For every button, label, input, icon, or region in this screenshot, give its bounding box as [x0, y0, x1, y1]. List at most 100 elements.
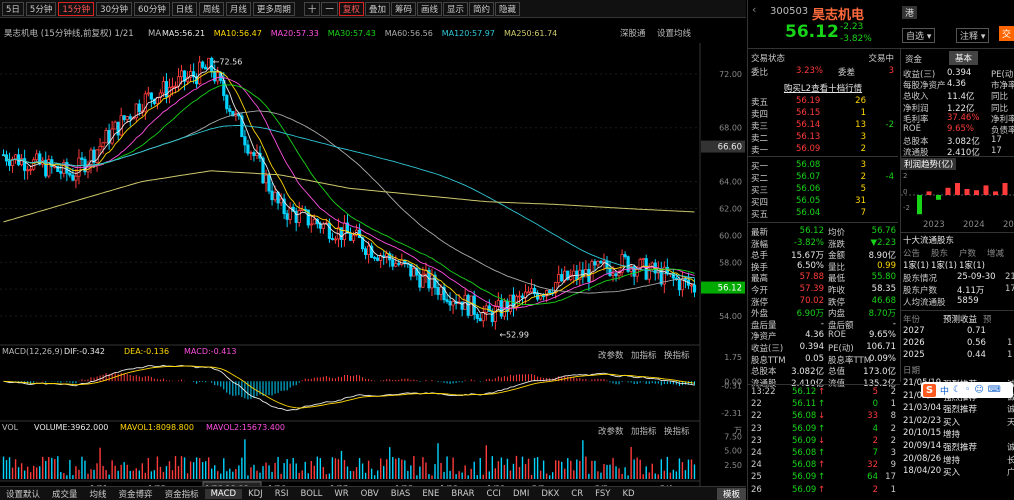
ask-row-4-cell: 2: [860, 144, 866, 154]
stat-row-6: 涨停 70.02 跌停 46.68: [748, 296, 898, 308]
indicator-tab-5[interactable]: MACD: [204, 488, 243, 499]
tool-button-6[interactable]: 显示: [442, 1, 468, 16]
tick-price: 56.08: [792, 411, 817, 422]
dot-icon: ◦: [965, 385, 971, 395]
tool-button-7[interactable]: 简约: [469, 1, 495, 16]
macd-panel-button-2[interactable]: 换指标: [664, 350, 690, 361]
indicator-tab-16[interactable]: DKX: [535, 489, 565, 499]
indicator-tab-6[interactable]: KDJ: [242, 489, 269, 499]
tool-button-2[interactable]: 复权: [338, 1, 364, 16]
indicator-tab-18[interactable]: FSY: [589, 489, 616, 499]
period-tab-4[interactable]: 60分钟: [134, 1, 170, 16]
indicator-tab-12[interactable]: ENE: [416, 489, 445, 499]
indicator-tab-17[interactable]: CR: [565, 489, 589, 499]
indicator-tab-2[interactable]: 均线: [84, 488, 113, 500]
vol-panel-button-2[interactable]: 换指标: [664, 426, 690, 437]
indicator-tab-11[interactable]: BIAS: [385, 489, 417, 499]
rating-date-7: 18/04/20: [903, 466, 942, 477]
template-tab[interactable]: 模板: [716, 487, 746, 500]
forecast-tab-0[interactable]: 年份: [903, 313, 920, 325]
period-tab-6[interactable]: 周线: [198, 1, 224, 16]
indicator-tab-8[interactable]: BOLL: [295, 489, 329, 499]
indicator-tab-15[interactable]: DMI: [507, 489, 535, 499]
tool-button-3[interactable]: 叠加: [364, 1, 390, 16]
hk-connect-link[interactable]: 深股通: [620, 28, 646, 39]
forecast-tab-2[interactable]: 预: [983, 313, 992, 325]
profit-bar: [983, 185, 989, 195]
period-tab-3[interactable]: 30分钟: [96, 1, 132, 16]
candle-body: [7, 160, 12, 166]
vol-panel-button-1[interactable]: 加指标: [631, 426, 657, 437]
macd-panel-button-0[interactable]: 改参数: [598, 350, 624, 361]
tool-button-5[interactable]: 画线: [416, 1, 442, 16]
fund-value-6: 3.082亿: [947, 137, 980, 148]
fund-tab-capital[interactable]: 资金: [905, 53, 922, 65]
ma-value-5: MA120:57.97: [442, 29, 495, 38]
vol-panel-button-0[interactable]: 改参数: [598, 426, 624, 437]
weibi-row-cell: 委差: [838, 68, 856, 78]
indicator-tab-10[interactable]: OBV: [355, 489, 385, 499]
stat-row-3-cell: 量比: [828, 262, 846, 273]
period-tab-7[interactable]: 月线: [225, 1, 251, 16]
period-tab-1[interactable]: 5分钟: [25, 1, 57, 16]
stat-row-8-cell: 盘后量: [751, 320, 777, 331]
period-tab-0[interactable]: 5日: [2, 1, 24, 16]
candle-body: [228, 108, 232, 112]
stat-row-3-cell: 6.50%: [796, 260, 824, 271]
add-watchlist-button[interactable]: 自选 ▾: [902, 28, 936, 43]
holder-cell-0[interactable]: 1家(1): [903, 259, 929, 271]
ask-row-2-cell: 56.14: [796, 120, 821, 130]
tool-button-1[interactable]: 一: [321, 1, 338, 16]
indicator-tab-0[interactable]: 设置默认: [0, 488, 46, 500]
holder-cell-2[interactable]: 1家(1): [959, 259, 985, 271]
hk-badge[interactable]: 港: [902, 6, 918, 19]
candle-body: [548, 290, 552, 294]
vol-value-2: MAVOL2:15673.400: [206, 423, 285, 432]
candle-body: [373, 257, 377, 259]
ask-row-1-cell: 卖四: [751, 110, 769, 120]
profit-bar: [1002, 183, 1008, 195]
ask-row-2: 卖三 56.14 13 -2: [748, 120, 898, 132]
period-tab-2[interactable]: 15分钟: [58, 1, 95, 16]
level2-link[interactable]: 购买L2查看十档行情: [748, 82, 898, 94]
kline-chart[interactable]: 昊志机电 (15分钟线,前复权) 1/21 MA MA5:56.21 MA10:56.…: [0, 18, 746, 500]
tool-button-4[interactable]: 筹码: [390, 1, 416, 16]
stat-row-7: 外盘 6.90万 内盘 8.70万: [748, 307, 898, 319]
macd-panel-button-1[interactable]: 加指标: [631, 350, 657, 361]
candle-body: [279, 198, 283, 204]
macd-tick-2: -0.31: [721, 382, 742, 391]
ma-label: MA: [148, 29, 161, 39]
back-icon[interactable]: ‹: [752, 3, 756, 16]
indicator-tab-14[interactable]: CCI: [481, 489, 507, 499]
stat-row-6-cell: 70.02: [799, 295, 824, 306]
candle-body: [493, 306, 497, 322]
holder-stat-label-1: 股东户数: [903, 286, 938, 296]
stat-row-10-cell: 收益(三): [751, 344, 784, 354]
period-tab-8[interactable]: 更多周期: [252, 1, 295, 16]
note-button[interactable]: 注释 ▾: [956, 28, 990, 43]
indicator-tab-9[interactable]: WR: [328, 489, 354, 499]
trade-status-row-cell: 交易中: [868, 54, 894, 64]
fund-tab-basic[interactable]: 基本: [949, 51, 979, 65]
indicator-tab-1[interactable]: 成交量: [46, 488, 84, 500]
forecast-tab-1[interactable]: 预测收益: [943, 313, 977, 325]
indicator-tab-19[interactable]: KD: [616, 489, 640, 499]
holder-cell-1[interactable]: 1家(1): [931, 259, 957, 271]
period-tab-5[interactable]: 日线: [171, 1, 197, 16]
bid-row-0-cell: 3: [860, 160, 866, 170]
indicator-tabs: 设置默认 成交量 均线 资金博弈 资金指标 MACD KDJ RSI BOLL WR OBV BIAS…: [0, 486, 746, 500]
set-ma-link[interactable]: 设置均线: [657, 28, 692, 39]
stat-row-8-cell: -: [820, 318, 824, 329]
indicator-tab-4[interactable]: 资金指标: [159, 488, 205, 500]
stat-row-0-cell: 最新: [751, 228, 769, 238]
tool-button-0[interactable]: 十: [303, 1, 321, 16]
ime-toolbar[interactable]: S 中 ☾ ◦ ☺ ⌨: [921, 382, 1013, 398]
fund-label-3: 净利润: [903, 103, 929, 114]
tool-button-8[interactable]: 隐藏: [495, 1, 521, 16]
ask-row-0: 卖五 56.19 26: [748, 96, 898, 108]
tick-arrow: ↑: [818, 423, 826, 434]
indicator-tab-3[interactable]: 资金博弈: [113, 488, 159, 500]
indicator-tab-13[interactable]: BRAR: [445, 489, 480, 499]
indicator-tab-7[interactable]: RSI: [269, 489, 295, 499]
trade-button[interactable]: 交: [999, 26, 1014, 41]
